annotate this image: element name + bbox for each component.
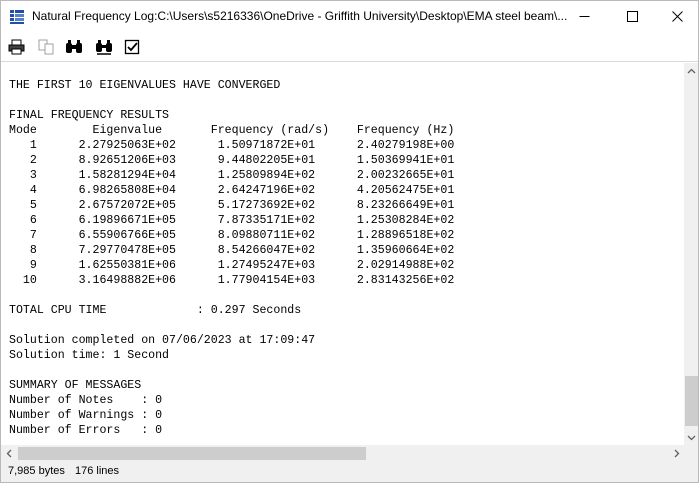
- status-bytes: 7,985 bytes: [8, 465, 65, 477]
- log-line: FINAL FREQUENCY RESULTS: [9, 109, 170, 122]
- close-button[interactable]: [654, 1, 698, 32]
- scroll-left-button[interactable]: [1, 445, 16, 462]
- log-line: 8 7.29770478E+05 8.54266047E+02 1.359606…: [9, 244, 455, 257]
- log-text: THE FIRST 10 EIGENVALUES HAVE CONVERGED …: [9, 78, 454, 438]
- title-bar[interactable]: Natural Frequency Log:C:\Users\s5216336\…: [1, 1, 698, 32]
- copy-icon: [38, 39, 53, 55]
- app-icon[interactable]: [9, 9, 25, 24]
- chevron-left-icon: [6, 449, 11, 458]
- log-line: Number of Notes : 0: [9, 394, 163, 407]
- scrollbar-corner: [684, 445, 698, 462]
- log-window: Natural Frequency Log:C:\Users\s5216336\…: [0, 0, 699, 483]
- log-line: Number of Errors : 0: [9, 424, 163, 437]
- log-line: 9 1.62550381E+06 1.27495247E+03 2.029149…: [9, 259, 455, 272]
- checkbox-icon: [124, 39, 139, 55]
- log-line: 1 2.27925063E+02 1.50971872E+01 2.402791…: [9, 139, 455, 152]
- log-line: 7 6.55906766E+05 8.09880711E+02 1.288965…: [9, 229, 455, 242]
- log-line: 3 1.58281294E+04 1.25809894E+02 2.002326…: [9, 169, 455, 182]
- chevron-up-icon: [687, 68, 696, 73]
- horizontal-scroll-thumb[interactable]: [18, 447, 366, 460]
- maximize-button[interactable]: [609, 1, 655, 32]
- find-icon: [66, 40, 82, 53]
- log-line: Number of Warnings : 0: [9, 409, 163, 422]
- minimize-icon: [579, 16, 589, 17]
- minimize-button[interactable]: [561, 1, 607, 32]
- log-line: 4 6.98265808E+04 2.64247196E+02 4.205624…: [9, 184, 455, 197]
- log-line: THE FIRST 10 EIGENVALUES HAVE CONVERGED: [9, 79, 281, 92]
- status-bar: 7,985 bytes 176 lines: [1, 462, 698, 482]
- log-line: 6 6.19896671E+05 7.87335171E+02 1.253082…: [9, 214, 455, 227]
- log-line: Mode Eigenvalue Frequency (rad/s) Freque…: [9, 124, 455, 137]
- status-lines: 176 lines: [75, 465, 120, 477]
- find-next-button[interactable]: [94, 38, 114, 56]
- toolbar: [1, 32, 698, 62]
- scroll-right-button[interactable]: [669, 445, 684, 462]
- horizontal-scrollbar[interactable]: [1, 445, 684, 462]
- print-icon: [8, 39, 24, 55]
- log-line: 5 2.67572072E+05 5.17273692E+02 8.232666…: [9, 199, 455, 212]
- log-line: 10 3.16498882E+06 1.77904154E+03 2.83143…: [9, 274, 455, 287]
- log-line: Solution completed on 07/06/2023 at 17:0…: [9, 334, 316, 347]
- log-line: 2 8.92651206E+03 9.44802205E+01 1.503699…: [9, 154, 455, 167]
- window-title: Natural Frequency Log:C:\Users\s5216336\…: [32, 9, 568, 23]
- chevron-down-icon: [687, 435, 696, 440]
- log-content[interactable]: THE FIRST 10 EIGENVALUES HAVE CONVERGED …: [1, 63, 684, 445]
- find-next-icon: [96, 40, 112, 55]
- copy-button[interactable]: [36, 38, 56, 56]
- scroll-up-button[interactable]: [684, 63, 698, 78]
- maximize-icon: [626, 11, 638, 22]
- print-button[interactable]: [6, 38, 26, 56]
- checkbox-button[interactable]: [122, 38, 142, 56]
- vertical-scroll-thumb[interactable]: [685, 376, 698, 426]
- scroll-down-button[interactable]: [684, 430, 698, 445]
- chevron-right-icon: [674, 449, 679, 458]
- find-button[interactable]: [64, 38, 84, 56]
- log-line: SUMMARY OF MESSAGES: [9, 379, 142, 392]
- log-line: Solution time: 1 Second: [9, 349, 170, 362]
- close-icon: [671, 11, 683, 22]
- vertical-scrollbar[interactable]: [684, 63, 698, 445]
- log-line: TOTAL CPU TIME : 0.297 Seconds: [9, 304, 302, 317]
